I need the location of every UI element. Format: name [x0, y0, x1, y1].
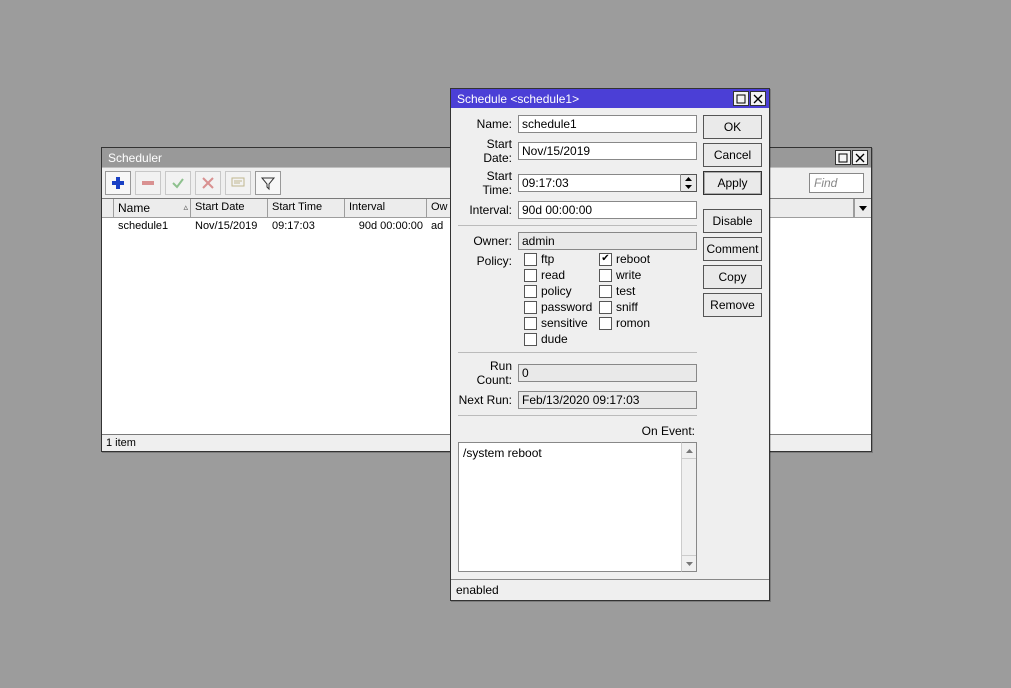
filter-button[interactable]: [255, 171, 281, 195]
policy-sensitive-checkbox[interactable]: sensitive: [524, 316, 599, 330]
start-time-label: Start Time:: [458, 169, 518, 197]
minimize-icon[interactable]: [733, 91, 749, 106]
col-start-date[interactable]: Start Date: [191, 199, 268, 218]
cancel-button[interactable]: Cancel: [703, 143, 762, 167]
start-date-input[interactable]: [518, 142, 697, 160]
dialog-title: Schedule <schedule1>: [457, 92, 579, 106]
policy-reboot-checkbox[interactable]: reboot: [599, 252, 674, 266]
scroll-down-icon[interactable]: [682, 555, 696, 571]
policy-test-label: test: [616, 284, 635, 298]
scroll-up-icon[interactable]: [682, 443, 696, 459]
policy-policy-checkbox[interactable]: policy: [524, 284, 599, 298]
policy-test-checkbox[interactable]: test: [599, 284, 674, 298]
dialog-status: enabled: [451, 579, 769, 600]
remove-button[interactable]: Remove: [703, 293, 762, 317]
col-marker[interactable]: [102, 199, 114, 218]
name-input[interactable]: [518, 115, 697, 133]
policy-password-checkbox[interactable]: password: [524, 300, 599, 314]
policy-ftp-checkbox[interactable]: ftp: [524, 252, 599, 266]
apply-button[interactable]: Apply: [703, 171, 762, 195]
col-start-time[interactable]: Start Time: [268, 199, 345, 218]
policy-dude-label: dude: [541, 332, 568, 346]
checkbox-unchecked-icon: [599, 317, 612, 330]
col-interval[interactable]: Interval: [345, 199, 427, 218]
policy-policy-label: policy: [541, 284, 572, 298]
policy-write-checkbox[interactable]: write: [599, 268, 674, 282]
checkbox-unchecked-icon: [524, 253, 537, 266]
policy-dude-checkbox[interactable]: dude: [524, 332, 599, 346]
policy-romon-label: romon: [616, 316, 650, 330]
disable-button[interactable]: [195, 171, 221, 195]
close-icon[interactable]: [750, 91, 766, 106]
checkbox-unchecked-icon: [524, 269, 537, 282]
policy-read-checkbox[interactable]: read: [524, 268, 599, 282]
policy-romon-checkbox[interactable]: romon: [599, 316, 674, 330]
chevron-up-icon: [681, 175, 696, 183]
run-count-label: Run Count:: [458, 359, 518, 387]
start-date-label: Start Date:: [458, 137, 518, 165]
checkbox-unchecked-icon: [599, 269, 612, 282]
add-button[interactable]: [105, 171, 131, 195]
interval-label: Interval:: [458, 203, 518, 217]
checkbox-checked-icon: [599, 253, 612, 266]
checkbox-unchecked-icon: [524, 301, 537, 314]
run-count-field: [518, 364, 697, 382]
policy-ftp-label: ftp: [541, 252, 554, 266]
interval-input[interactable]: [518, 201, 697, 219]
policy-label: Policy:: [458, 254, 518, 268]
owner-label: Owner:: [458, 234, 518, 248]
schedule-dialog: Schedule <schedule1> Name: Start Date: S…: [450, 88, 770, 601]
policy-write-label: write: [616, 268, 641, 282]
find-input[interactable]: Find: [809, 173, 864, 193]
policy-password-label: password: [541, 300, 592, 314]
owner-field: [518, 232, 697, 250]
checkbox-unchecked-icon: [524, 333, 537, 346]
comment-button[interactable]: [225, 171, 251, 195]
policy-reboot-label: reboot: [616, 252, 650, 266]
dialog-titlebar[interactable]: Schedule <schedule1>: [451, 89, 769, 108]
chevron-down-icon: [681, 183, 696, 191]
scheduler-title: Scheduler: [108, 151, 162, 165]
name-label: Name:: [458, 117, 518, 131]
on-event-textarea[interactable]: /system reboot: [458, 442, 681, 572]
ok-button[interactable]: OK: [703, 115, 762, 139]
columns-menu-icon[interactable]: [854, 199, 871, 218]
on-event-scrollbar[interactable]: [681, 442, 697, 572]
checkbox-unchecked-icon: [524, 285, 537, 298]
col-name[interactable]: Name▵: [114, 199, 191, 218]
next-run-field: [518, 391, 697, 409]
checkbox-unchecked-icon: [599, 301, 612, 314]
on-event-label: On Event:: [458, 422, 697, 442]
minimize-icon[interactable]: [835, 150, 851, 165]
policy-read-label: read: [541, 268, 565, 282]
next-run-label: Next Run:: [458, 393, 518, 407]
comment-button[interactable]: Comment: [703, 237, 762, 261]
policy-sniff-label: sniff: [616, 300, 638, 314]
policy-sniff-checkbox[interactable]: sniff: [599, 300, 674, 314]
checkbox-unchecked-icon: [524, 317, 537, 330]
start-time-stepper[interactable]: [681, 174, 697, 192]
close-icon[interactable]: [852, 150, 868, 165]
enable-button[interactable]: [165, 171, 191, 195]
policy-sensitive-label: sensitive: [541, 316, 588, 330]
copy-button[interactable]: Copy: [703, 265, 762, 289]
remove-button[interactable]: [135, 171, 161, 195]
start-time-input[interactable]: [518, 174, 681, 192]
disable-button[interactable]: Disable: [703, 209, 762, 233]
checkbox-unchecked-icon: [599, 285, 612, 298]
